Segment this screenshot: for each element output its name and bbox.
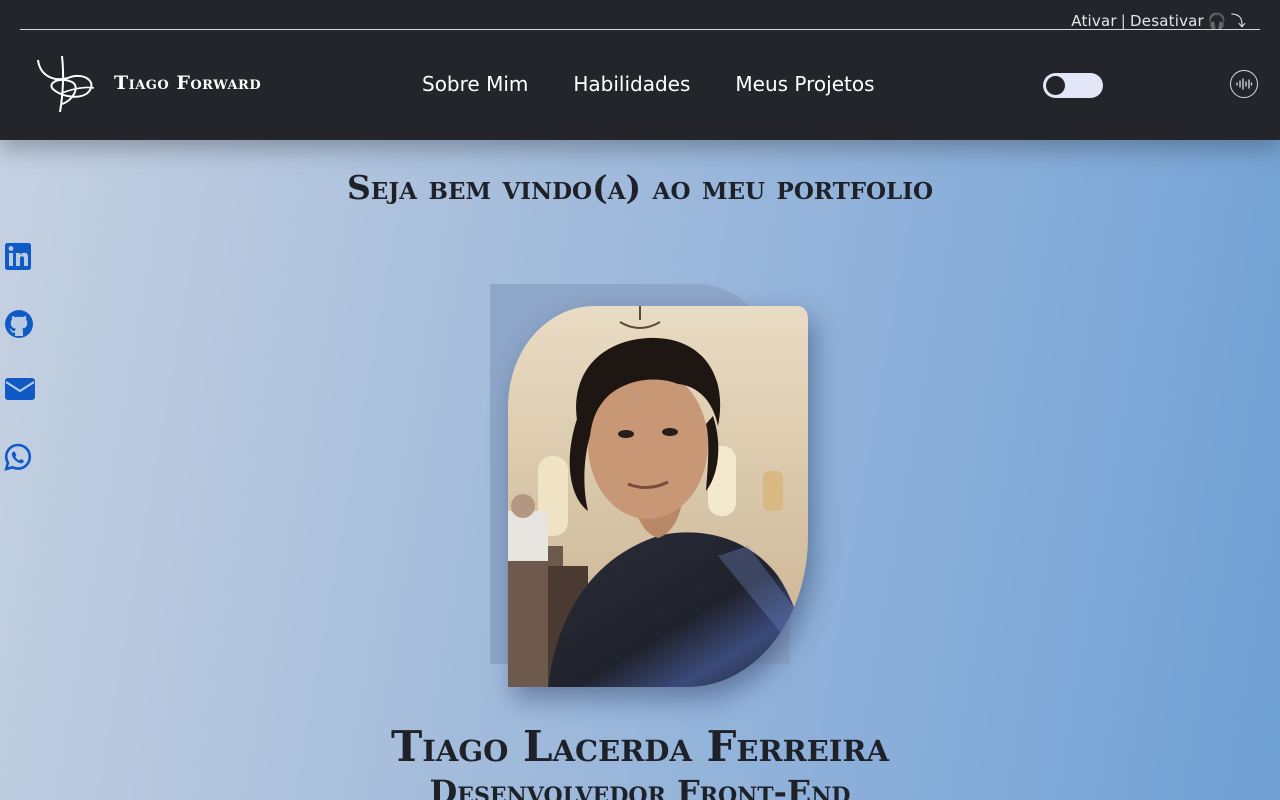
logo-link[interactable]: [34, 54, 98, 116]
profile-photo: [508, 306, 808, 687]
nav-item-meus-projetos[interactable]: Meus Projetos: [735, 72, 874, 96]
arrow-down-icon: ⤵: [1230, 12, 1246, 30]
deactivate-audio-link[interactable]: Desativar: [1130, 12, 1204, 30]
brand-name[interactable]: Tiago Forward: [114, 72, 261, 94]
whatsapp-link[interactable]: [4, 443, 36, 475]
nav-item-habilidades[interactable]: Habilidades: [573, 72, 690, 96]
linkedin-link[interactable]: [4, 242, 36, 274]
accessibility-divider: [20, 29, 1260, 30]
site-header: Ativar | Desativar 🎧 ⤵ Tiago Forward Sob…: [0, 0, 1280, 140]
social-links: [4, 242, 36, 475]
activate-audio-link[interactable]: Ativar: [1071, 12, 1116, 30]
github-icon: [5, 310, 33, 338]
owner-name: Tiago Lacerda Ferreira: [391, 722, 889, 771]
nav-item-sobre-mim[interactable]: Sobre Mim: [422, 72, 528, 96]
theme-toggle-knob: [1046, 76, 1065, 95]
accessibility-separator: |: [1120, 11, 1127, 30]
profile-photo-icon: [508, 306, 808, 687]
github-link[interactable]: [4, 309, 36, 341]
tf-monogram-logo-icon: [37, 55, 95, 113]
accessibility-bar: Ativar | Desativar 🎧 ⤵: [1071, 10, 1246, 31]
audio-button[interactable]: [1230, 70, 1258, 98]
theme-toggle[interactable]: [1043, 73, 1103, 98]
envelope-icon: [5, 378, 35, 400]
whatsapp-icon: [4, 443, 32, 471]
owner-role: Desenvolvedor Front-End: [429, 773, 851, 800]
welcome-heading: Seja bem vindo(a) ao meu portfolio: [346, 168, 934, 207]
email-link[interactable]: [4, 376, 36, 408]
main-nav: Sobre Mim Habilidades Meus Projetos: [422, 72, 875, 96]
headphones-icon: 🎧: [1207, 11, 1227, 30]
sound-wave-icon: [1236, 78, 1253, 90]
linkedin-icon: [5, 243, 31, 270]
